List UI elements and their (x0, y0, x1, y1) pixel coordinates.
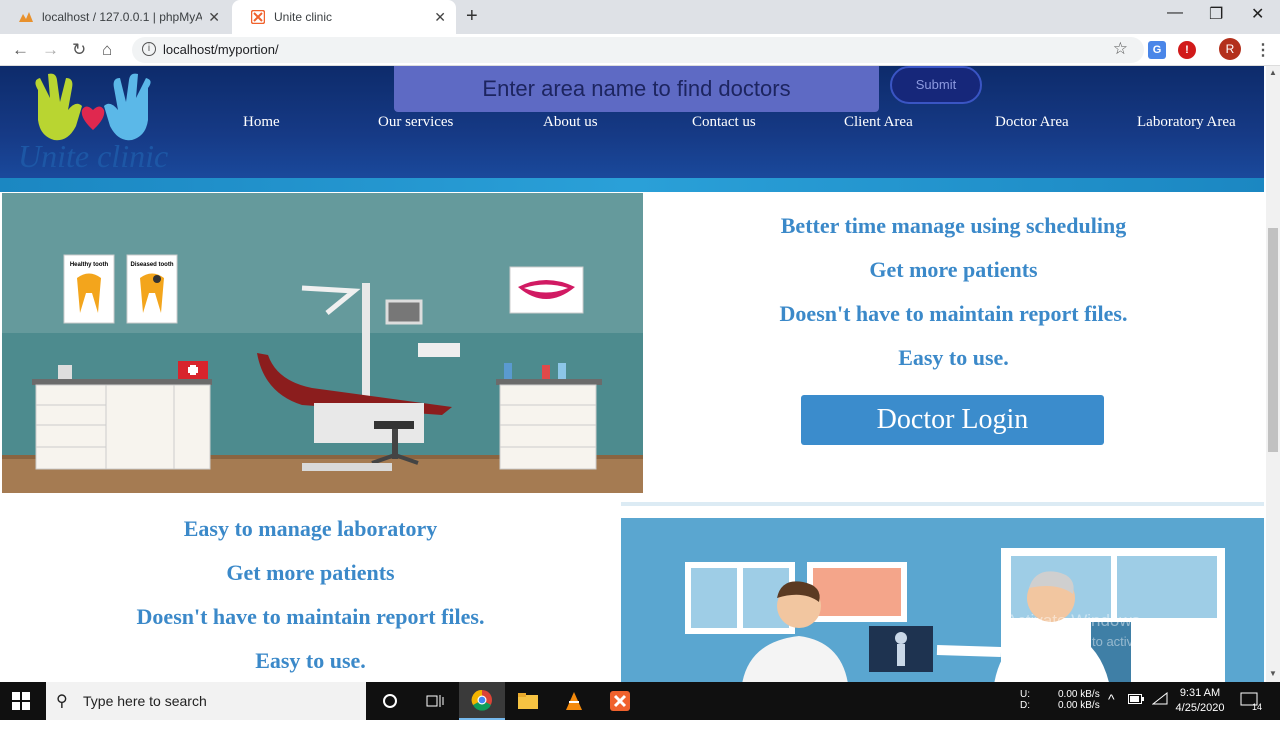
tab-title: Unite clinic (274, 10, 333, 24)
doctor-patient-illustration (621, 502, 1264, 682)
forward-icon[interactable]: → (42, 40, 59, 60)
xray-image (869, 626, 933, 672)
net-u-label: U: (1020, 689, 1030, 700)
lab-feature-2: Get more patients (226, 560, 395, 585)
windows-start-icon[interactable] (12, 692, 30, 710)
chevron-up-icon[interactable]: ^ (1108, 691, 1115, 729)
smile-poster (509, 266, 584, 314)
clock-date: 4/25/2020 (1175, 702, 1225, 714)
back-icon[interactable]: ← (12, 40, 29, 60)
close-icon[interactable]: ✕ (434, 9, 446, 26)
nav-our-services[interactable]: Our services (378, 114, 453, 131)
lab-feature-4: Easy to use. (255, 648, 366, 673)
bookmark-star-icon[interactable]: ☆ (1113, 39, 1128, 59)
home-icon[interactable]: ⌂ (102, 40, 112, 60)
phpmyadmin-icon (18, 9, 34, 25)
notification-count: 14 (1252, 702, 1263, 712)
net-d-label: D: (1020, 700, 1030, 711)
lab-feature-1: Easy to manage laboratory (183, 516, 438, 541)
taskbar-search[interactable]: ⚲ Type here to search (46, 682, 366, 720)
dental-clinic-illustration: Healthy tooth Diseased tooth (2, 193, 643, 493)
doctor-feature-4: Easy to use. (898, 345, 1009, 370)
nav-client-area[interactable]: Client Area (844, 114, 913, 131)
healthy-tooth-poster: Healthy tooth (63, 254, 115, 324)
page-scrollbar[interactable]: ▲ ▼ (1266, 66, 1280, 682)
clock-time: 9:31 AM (1179, 687, 1221, 699)
tab-phpmyadmin[interactable]: localhost / 127.0.0.1 | phpMyAdm ✕ (0, 0, 230, 34)
system-clock[interactable]: 9:31 AM 4/25/2020 (1168, 686, 1232, 716)
xampp-taskbar-icon[interactable] (597, 682, 643, 720)
nav-home[interactable]: Home (243, 114, 280, 131)
poster-label: Diseased tooth (130, 262, 173, 268)
submit-button[interactable]: Submit (890, 66, 982, 104)
profile-avatar[interactable]: R (1219, 38, 1241, 60)
minimize-icon[interactable]: — (1167, 4, 1183, 22)
nav-laboratory-area[interactable]: Laboratory Area (1137, 114, 1236, 131)
taskbar-search-text: Type here to search (83, 693, 207, 709)
translate-extension-icon[interactable]: G (1148, 41, 1166, 59)
nav-about-us[interactable]: About us (543, 114, 598, 131)
window-close-icon[interactable]: ✕ (1251, 4, 1264, 24)
omnibox[interactable]: i localhost/myportion/ ☆ (132, 37, 1144, 63)
close-icon[interactable]: ✕ (208, 9, 220, 26)
nav-doctor-area[interactable]: Doctor Area (995, 114, 1069, 131)
page-viewport: Unite clinic Submit Home Our services Ab… (0, 66, 1266, 682)
area-search-input[interactable] (394, 66, 879, 112)
doctor-feature-3: Doesn't have to maintain report files. (779, 301, 1128, 326)
windows-taskbar: ⚲ Type here to search U: D: 0.00 kB/s 0.… (0, 682, 1280, 720)
reload-icon[interactable]: ↻ (72, 40, 86, 60)
browser-tab-strip: localhost / 127.0.0.1 | phpMyAdm ✕ Unite… (0, 0, 1280, 34)
wifi-icon[interactable] (1151, 691, 1168, 730)
poster-label: Healthy tooth (70, 262, 109, 268)
maximize-icon[interactable]: ❐ (1209, 4, 1223, 24)
net-meter-labels: U: D: (1020, 689, 1030, 727)
net-upload: 0.00 kB/s (1058, 689, 1100, 700)
vlc-icon[interactable] (551, 682, 597, 720)
activate-windows-subtitle: Go to Settings to activate Windows. (1006, 634, 1212, 649)
nav-contact-us[interactable]: Contact us (692, 114, 756, 131)
lab-feature-3: Doesn't have to maintain report files. (136, 604, 485, 629)
chrome-taskbar-icon[interactable] (459, 682, 505, 720)
scroll-up-icon[interactable]: ▲ (1269, 68, 1277, 77)
xampp-icon (250, 9, 266, 25)
activate-windows-title: Activate Windows (1006, 611, 1141, 630)
scroll-down-icon[interactable]: ▼ (1269, 669, 1277, 678)
adblock-extension-icon[interactable]: ! (1178, 41, 1196, 59)
info-icon[interactable]: i (142, 42, 156, 56)
doctor-feature-1: Better time manage using scheduling (780, 213, 1127, 238)
logo-text: Unite clinic (18, 138, 169, 174)
tab-title: localhost / 127.0.0.1 | phpMyAdm (42, 10, 202, 24)
url-text[interactable]: localhost/myportion/ (163, 42, 279, 57)
address-toolbar: ← → ↻ ⌂ i localhost/myportion/ ☆ G ! (0, 34, 1280, 66)
net-meter-values: 0.00 kB/s 0.00 kB/s (1058, 689, 1100, 727)
site-header: Unite clinic Submit Home Our services Ab… (0, 66, 1264, 192)
net-download: 0.00 kB/s (1058, 700, 1100, 711)
cortana-icon[interactable] (367, 682, 413, 720)
doctor-benefits-panel: Better time manage using scheduling Get … (643, 193, 1264, 493)
doctor-feature-2: Get more patients (869, 257, 1038, 282)
new-tab-icon[interactable]: + (466, 5, 478, 28)
tab-unite-clinic[interactable]: Unite clinic ✕ (232, 0, 456, 34)
search-icon: ⚲ (56, 693, 68, 710)
area-search (394, 66, 879, 112)
header-accent-band (0, 178, 1264, 192)
doctor-login-button[interactable]: Doctor Login (801, 395, 1104, 445)
diseased-tooth-poster: Diseased tooth (126, 254, 178, 324)
browser-menu-icon[interactable]: ⋮ (1255, 40, 1271, 60)
battery-icon[interactable] (1128, 694, 1144, 732)
lab-benefits-panel: Easy to manage laboratory Get more patie… (0, 496, 621, 682)
file-explorer-icon[interactable] (505, 682, 551, 720)
task-view-icon[interactable] (412, 682, 458, 720)
scrollbar-thumb[interactable] (1268, 228, 1278, 452)
